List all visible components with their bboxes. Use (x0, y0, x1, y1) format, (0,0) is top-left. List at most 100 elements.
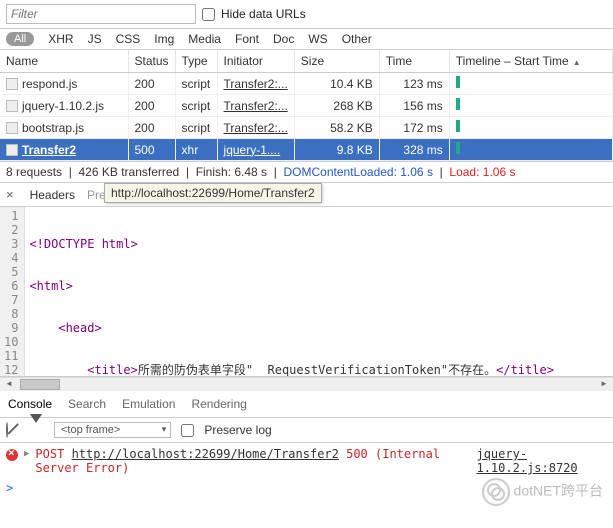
table-row[interactable]: bootstrap.js200scriptTransfer2:...58.2 K… (0, 117, 613, 139)
filter-all[interactable]: All (6, 32, 34, 46)
filter-css[interactable]: CSS (116, 32, 141, 46)
scroll-right-icon[interactable]: ► (597, 379, 611, 390)
drawer-tabs: Console Search Emulation Rendering (0, 391, 613, 418)
tab-search[interactable]: Search (68, 397, 106, 411)
cell-initiator: Transfer2:... (217, 73, 294, 95)
col-name[interactable]: Name (0, 50, 128, 73)
filter-js[interactable]: JS (88, 32, 102, 46)
cell-type: script (175, 117, 217, 139)
timeline-bar (456, 120, 460, 132)
filter-media[interactable]: Media (188, 32, 221, 46)
col-type[interactable]: Type (175, 50, 217, 73)
filter-icon[interactable] (30, 423, 44, 437)
domcontentloaded: DOMContentLoaded: 1.06 s (284, 165, 433, 179)
file-icon (6, 78, 18, 90)
filter-input[interactable] (6, 4, 196, 24)
frame-selector[interactable]: <top frame> (54, 422, 171, 438)
cell-initiator: jquery-1.... (217, 139, 294, 161)
filter-xhr[interactable]: XHR (48, 32, 73, 46)
cell-name: Transfer2 (0, 139, 128, 161)
cell-name: bootstrap.js (0, 117, 128, 139)
cell-name: respond.js (0, 73, 128, 95)
network-status-bar: 8 requests | 426 KB transferred | Finish… (0, 161, 613, 183)
cell-time: 172 ms (379, 117, 449, 139)
filter-img[interactable]: Img (154, 32, 174, 46)
console-toolbar: <top frame> Preserve log (0, 418, 613, 443)
load-time: Load: 1.06 s (449, 165, 515, 179)
col-timeline[interactable]: Timeline – Start Time ▲ (449, 50, 612, 73)
cell-status: 200 (128, 73, 175, 95)
close-icon[interactable]: × (6, 187, 14, 202)
code-line: <title> (87, 363, 138, 376)
line-gutter: 1234567891011121314 (0, 207, 25, 376)
console-error-row[interactable]: ▶ POST http://localhost:22699/Home/Trans… (6, 447, 607, 475)
cell-time: 328 ms (379, 139, 449, 161)
preserve-log-checkbox[interactable] (181, 424, 194, 437)
filter-font[interactable]: Font (235, 32, 259, 46)
horizontal-scrollbar[interactable]: ◄► (0, 377, 613, 391)
code-line: </title> (496, 363, 554, 376)
cell-time: 156 ms (379, 95, 449, 117)
error-source-link[interactable]: jquery-1.10.2.js:8720 (476, 447, 607, 475)
timeline-bar (456, 142, 460, 154)
cell-status: 500 (128, 139, 175, 161)
source-code[interactable]: <!DOCTYPE html> <html> <head> <title>所需的… (25, 207, 613, 376)
transferred: 426 KB transferred (79, 165, 180, 179)
col-status[interactable]: Status (128, 50, 175, 73)
http-method: POST (35, 447, 64, 461)
code-line: 所需的防伪表单字段"__RequestVerificationToken"不存在… (138, 363, 496, 376)
cell-size: 58.2 KB (294, 117, 379, 139)
table-row[interactable]: jquery-1.10.2.js200scriptTransfer2:...26… (0, 95, 613, 117)
cell-size: 268 KB (294, 95, 379, 117)
code-line: <!DOCTYPE html> (29, 237, 137, 251)
preserve-log-label: Preserve log (204, 423, 271, 437)
filter-toolbar: Hide data URLs (0, 0, 613, 29)
filter-doc[interactable]: Doc (273, 32, 294, 46)
error-url[interactable]: http://localhost:22699/Home/Transfer2 (72, 447, 339, 461)
cell-status: 200 (128, 95, 175, 117)
cell-type: xhr (175, 139, 217, 161)
console-prompt[interactable]: > (0, 479, 613, 497)
cell-size: 9.8 KB (294, 139, 379, 161)
cell-name: jquery-1.10.2.js (0, 95, 128, 117)
error-text: POST http://localhost:22699/Home/Transfe… (35, 447, 470, 475)
cell-time: 123 ms (379, 73, 449, 95)
code-line: <html> (29, 279, 72, 293)
code-line: <head> (58, 321, 101, 335)
cell-type: script (175, 95, 217, 117)
source-pane: 1234567891011121314 <!DOCTYPE html> <htm… (0, 207, 613, 377)
col-initiator[interactable]: Initiator (217, 50, 294, 73)
timeline-label: Timeline – Start Time (456, 54, 569, 68)
tab-headers[interactable]: Headers (30, 188, 75, 202)
cell-timeline (449, 95, 612, 117)
error-icon (6, 449, 18, 461)
cell-initiator: Transfer2:... (217, 95, 294, 117)
requests-count: 8 requests (6, 165, 62, 179)
scroll-thumb[interactable] (20, 379, 60, 390)
filter-other[interactable]: Other (342, 32, 372, 46)
tab-rendering[interactable]: Rendering (191, 397, 246, 411)
cell-size: 10.4 KB (294, 73, 379, 95)
console-output: ▶ POST http://localhost:22699/Home/Trans… (0, 443, 613, 479)
file-icon (6, 122, 18, 134)
col-time[interactable]: Time (379, 50, 449, 73)
file-icon (6, 100, 18, 112)
hide-data-urls-checkbox[interactable] (202, 8, 215, 21)
cell-timeline (449, 117, 612, 139)
filter-ws[interactable]: WS (308, 32, 327, 46)
timeline-bar (456, 76, 460, 88)
type-filter-row: All XHR JS CSS Img Media Font Doc WS Oth… (0, 29, 613, 50)
expand-icon[interactable]: ▶ (24, 449, 29, 459)
tab-emulation[interactable]: Emulation (122, 397, 175, 411)
scroll-left-icon[interactable]: ◄ (2, 379, 16, 390)
sort-asc-icon: ▲ (573, 58, 581, 67)
table-row[interactable]: Transfer2500xhrjquery-1....9.8 KB328 ms (0, 139, 613, 161)
finish-time: Finish: 6.48 s (196, 165, 267, 179)
cell-timeline (449, 73, 612, 95)
url-tooltip: http://localhost:22699/Home/Transfer2 (104, 183, 322, 203)
col-size[interactable]: Size (294, 50, 379, 73)
cell-status: 200 (128, 117, 175, 139)
clear-console-icon[interactable] (6, 423, 20, 437)
tab-console[interactable]: Console (8, 397, 52, 411)
table-row[interactable]: respond.js200scriptTransfer2:...10.4 KB1… (0, 73, 613, 95)
